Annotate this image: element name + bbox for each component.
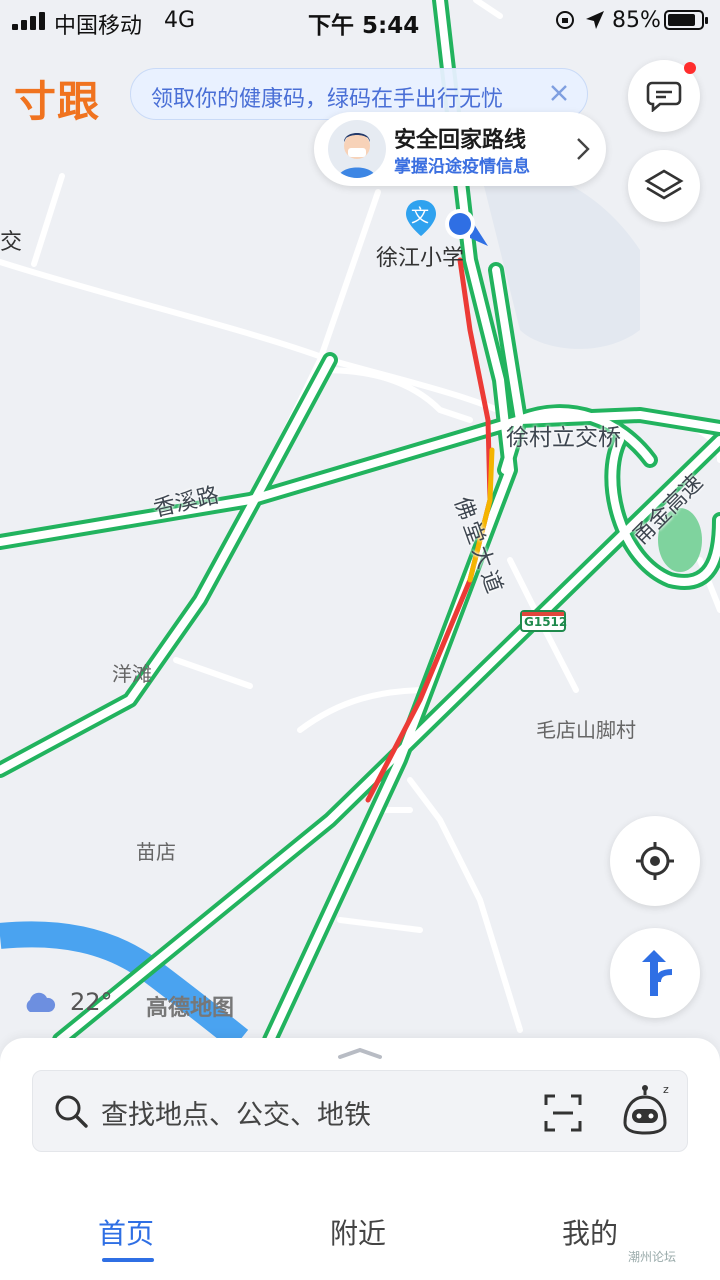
route-card-title: 安全回家路线	[394, 128, 527, 153]
tab-mine[interactable]: 我的	[562, 1212, 618, 1252]
locate-me-button[interactable]	[610, 816, 700, 906]
label-miaodian: 苗店	[136, 840, 176, 864]
active-tab-indicator	[102, 1258, 154, 1262]
tab-home[interactable]: 首页	[98, 1212, 154, 1252]
safe-route-card[interactable]: 安全回家路线 掌握沿途疫情信息	[314, 112, 606, 186]
forum-watermark: 潮州论坛	[628, 1250, 677, 1264]
highway-shield-text: G1512	[524, 615, 568, 629]
carrier-name: 中国移动	[54, 14, 143, 39]
label-partial-place: 交	[0, 230, 23, 255]
amap-brand-logo: 高德地图	[146, 996, 235, 1021]
label-yangtan: 洋滩	[112, 662, 152, 686]
close-icon[interactable]	[547, 81, 571, 105]
svg-text:z: z	[663, 1083, 669, 1096]
temperature: 22°	[70, 988, 113, 1016]
current-location-marker	[440, 204, 496, 250]
clock-time: 下午 5:44	[308, 13, 420, 39]
cloud-icon	[26, 992, 56, 1012]
masked-person-avatar	[328, 120, 386, 178]
sheet-handle-icon[interactable]	[336, 1046, 384, 1060]
battery-percent: 85%	[612, 8, 661, 33]
search-placeholder: 查找地点、公交、地铁	[101, 1100, 371, 1131]
route-navigation-button[interactable]	[610, 928, 700, 1018]
orientation-lock-icon	[556, 11, 574, 29]
crosshair-icon	[636, 842, 674, 880]
school-poi-icon[interactable]: 文	[404, 198, 438, 238]
location-arrow-icon	[586, 11, 604, 29]
scan-icon[interactable]	[543, 1093, 583, 1133]
label-xucun-interchange: 徐村立交桥	[506, 425, 621, 451]
layers-icon	[644, 169, 684, 200]
route-arrow-icon	[642, 950, 673, 996]
messages-button[interactable]	[628, 60, 700, 132]
battery-icon	[664, 10, 708, 30]
route-card-subtitle: 掌握沿途疫情信息	[394, 157, 530, 177]
signal-strength-icon	[12, 12, 48, 30]
voice-assistant-robot-icon[interactable]: z	[619, 1083, 671, 1137]
status-bar: 中国移动 4G 下午 5:44 85%	[0, 0, 720, 40]
promo-logo-fragment[interactable]: 寸跟	[14, 68, 100, 129]
highway-shield: G1512	[520, 610, 568, 632]
network-type: 4G	[164, 8, 196, 33]
health-banner-text: 领取你的健康码，绿码在手出行无忧	[151, 87, 504, 112]
notification-dot	[684, 62, 696, 74]
label-maodian-village: 毛店山脚村	[536, 718, 636, 742]
chevron-right-icon	[577, 138, 590, 160]
search-icon	[55, 1095, 88, 1128]
tab-nearby[interactable]: 附近	[330, 1212, 386, 1252]
school-poi-char: 文	[411, 206, 429, 227]
map-layers-button[interactable]	[628, 150, 700, 222]
search-bar[interactable]: 查找地点、公交、地铁 z	[32, 1070, 688, 1152]
chat-bubble-icon	[646, 81, 682, 112]
